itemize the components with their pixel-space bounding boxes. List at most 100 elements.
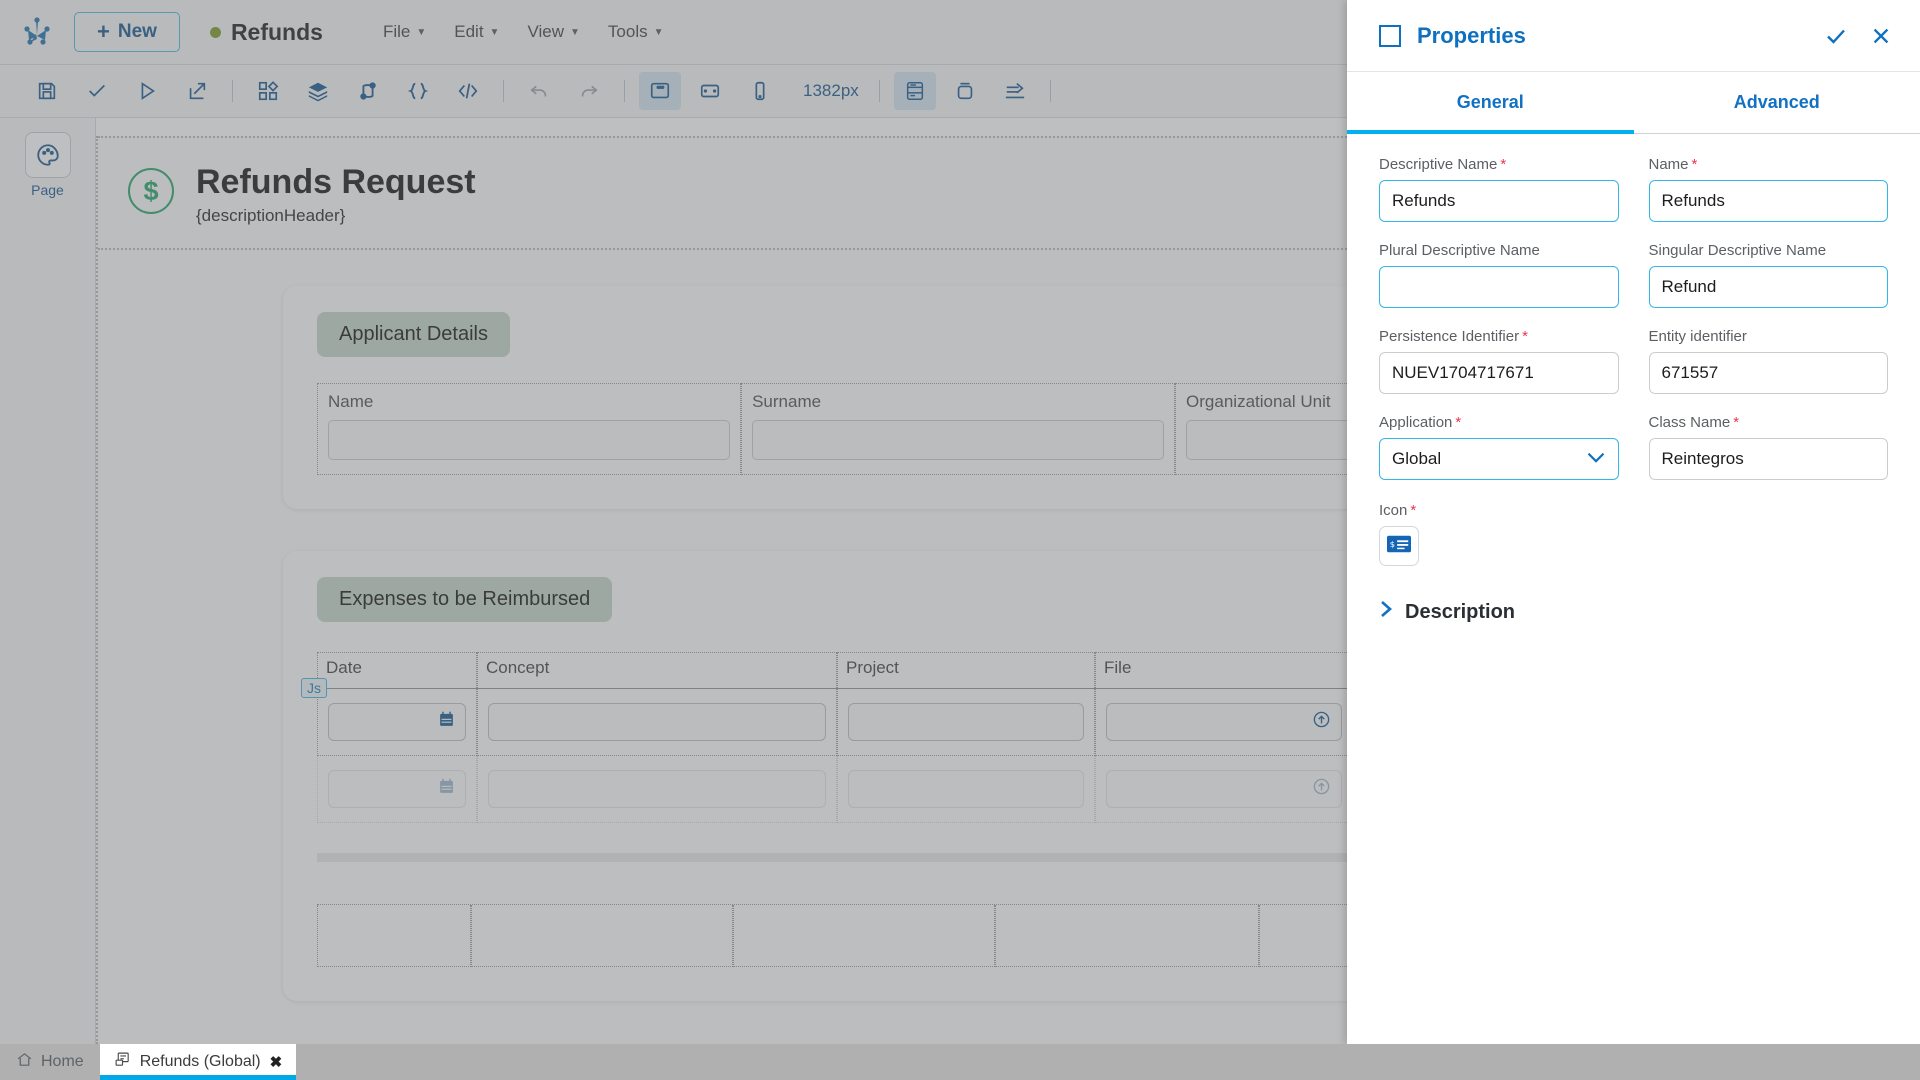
- table-cell[interactable]: [732, 905, 996, 968]
- home-tab-label: Home: [41, 1053, 84, 1070]
- toolbar-divider: [232, 80, 233, 102]
- persistence-identifier-input[interactable]: [1379, 352, 1619, 394]
- application-select-value: Global: [1392, 449, 1442, 468]
- application-select[interactable]: Global: [1379, 438, 1619, 480]
- properties-panel-title: Properties: [1417, 22, 1526, 48]
- table-cell[interactable]: [995, 905, 1260, 968]
- code-icon[interactable]: [447, 72, 489, 110]
- run-play-icon[interactable]: [126, 72, 168, 110]
- cell-project[interactable]: [837, 689, 1095, 757]
- rail-item-page[interactable]: Page: [0, 132, 95, 198]
- undo-icon[interactable]: [518, 72, 560, 110]
- cell-project[interactable]: [837, 756, 1095, 824]
- menu-file[interactable]: File ▼: [383, 22, 426, 42]
- menu-view-label: View: [527, 22, 564, 41]
- table-cell[interactable]: [317, 905, 471, 968]
- document-title: Refunds: [209, 19, 323, 46]
- braces-icon[interactable]: [397, 72, 439, 110]
- save-icon[interactable]: [26, 72, 68, 110]
- close-icon[interactable]: [1870, 25, 1892, 47]
- dollar-circle-icon: $: [128, 168, 174, 214]
- cell-concept[interactable]: [477, 689, 837, 757]
- bottom-tab-bar: Home Refunds (Global) ✖: [0, 1044, 1920, 1080]
- layers-icon[interactable]: [297, 72, 339, 110]
- field-label: Icon *: [1379, 502, 1888, 519]
- redo-icon[interactable]: [568, 72, 610, 110]
- icon-picker-button[interactable]: $: [1379, 526, 1419, 566]
- new-button[interactable]: + New: [74, 12, 180, 52]
- required-marker: *: [1733, 414, 1740, 431]
- menu-file-label: File: [382, 22, 411, 41]
- home-icon: [16, 1051, 33, 1073]
- tab-advanced[interactable]: Advanced: [1633, 72, 1920, 134]
- flow-icon[interactable]: [347, 72, 389, 110]
- menu-view[interactable]: View ▼: [527, 22, 579, 42]
- grid-layout-icon[interactable]: [893, 72, 936, 110]
- mobile-view-icon[interactable]: [739, 72, 781, 110]
- text-input[interactable]: [848, 703, 1084, 742]
- chevron-down-icon: ▼: [489, 26, 500, 38]
- column-header-concept: Concept: [477, 652, 837, 689]
- cell-concept[interactable]: [477, 756, 837, 824]
- file-upload-input[interactable]: [1106, 703, 1342, 742]
- text-input[interactable]: [488, 770, 826, 809]
- publish-export-icon[interactable]: [176, 72, 218, 110]
- bottom-tab-refunds[interactable]: Refunds (Global) ✖: [99, 1044, 297, 1080]
- check-icon[interactable]: [1824, 24, 1848, 48]
- tab-general[interactable]: General: [1347, 72, 1634, 134]
- home-tab[interactable]: Home: [0, 1044, 100, 1080]
- properties-form-grid: Descriptive Name* Name* Plural Descripti…: [1379, 156, 1888, 480]
- field-label: Descriptive Name *: [1379, 156, 1619, 173]
- description-section-toggle[interactable]: Description: [1379, 600, 1888, 624]
- file-upload-input[interactable]: [1106, 770, 1342, 809]
- align-icon[interactable]: [994, 72, 1036, 110]
- text-input[interactable]: [328, 420, 731, 461]
- field-name[interactable]: Name: [317, 383, 742, 476]
- status-dot-icon: [209, 26, 221, 38]
- class-name-input[interactable]: [1648, 438, 1888, 480]
- menu-edit[interactable]: Edit ▼: [454, 22, 499, 42]
- close-icon[interactable]: ✖: [270, 1053, 283, 1071]
- field-application: Application * Global: [1379, 414, 1619, 480]
- upload-icon: [1312, 777, 1331, 801]
- tablet-view-icon[interactable]: [689, 72, 731, 110]
- toolbar-divider: [1049, 80, 1051, 102]
- descriptive-name-input[interactable]: [1379, 180, 1619, 222]
- column-header-date: Date: [317, 652, 477, 689]
- text-input[interactable]: [848, 770, 1084, 809]
- container-icon[interactable]: [944, 72, 986, 110]
- cell-date[interactable]: [317, 689, 477, 757]
- calendar-icon[interactable]: [438, 711, 455, 733]
- money-check-icon: $: [1387, 535, 1411, 558]
- app-logo[interactable]: [0, 12, 74, 52]
- name-input[interactable]: [1648, 180, 1888, 222]
- cell-file[interactable]: [1095, 756, 1353, 824]
- properties-tabs: General Advanced: [1347, 72, 1920, 134]
- text-input[interactable]: [488, 703, 826, 742]
- date-input[interactable]: [328, 770, 466, 809]
- date-input[interactable]: [328, 703, 466, 742]
- js-badge[interactable]: Js: [301, 678, 327, 699]
- validate-check-icon[interactable]: [76, 72, 118, 110]
- menu-tools[interactable]: Tools ▼: [608, 22, 664, 42]
- field-label: Persistence Identifier *: [1379, 328, 1619, 345]
- field-surname[interactable]: Surname: [741, 383, 1176, 476]
- entity-identifier-input[interactable]: [1648, 352, 1888, 394]
- properties-panel-body: Descriptive Name* Name* Plural Descripti…: [1347, 134, 1920, 624]
- rail-item-label: Page: [31, 182, 64, 198]
- components-icon[interactable]: [247, 72, 289, 110]
- label-text: Icon: [1379, 502, 1408, 519]
- menu-edit-label: Edit: [454, 22, 484, 41]
- field-descriptive-name: Descriptive Name *: [1379, 156, 1619, 222]
- plural-descriptive-name-input[interactable]: [1379, 266, 1619, 308]
- upload-icon[interactable]: [1312, 710, 1331, 734]
- desktop-view-icon[interactable]: [639, 72, 681, 110]
- table-cell[interactable]: [470, 905, 733, 968]
- required-marker: *: [1410, 502, 1417, 519]
- required-marker: *: [1522, 328, 1528, 345]
- cell-file[interactable]: [1095, 689, 1353, 757]
- section-title: Applicant Details: [317, 312, 510, 358]
- text-input[interactable]: [752, 420, 1165, 461]
- cell-date[interactable]: [317, 756, 477, 824]
- singular-descriptive-name-input[interactable]: [1648, 266, 1888, 308]
